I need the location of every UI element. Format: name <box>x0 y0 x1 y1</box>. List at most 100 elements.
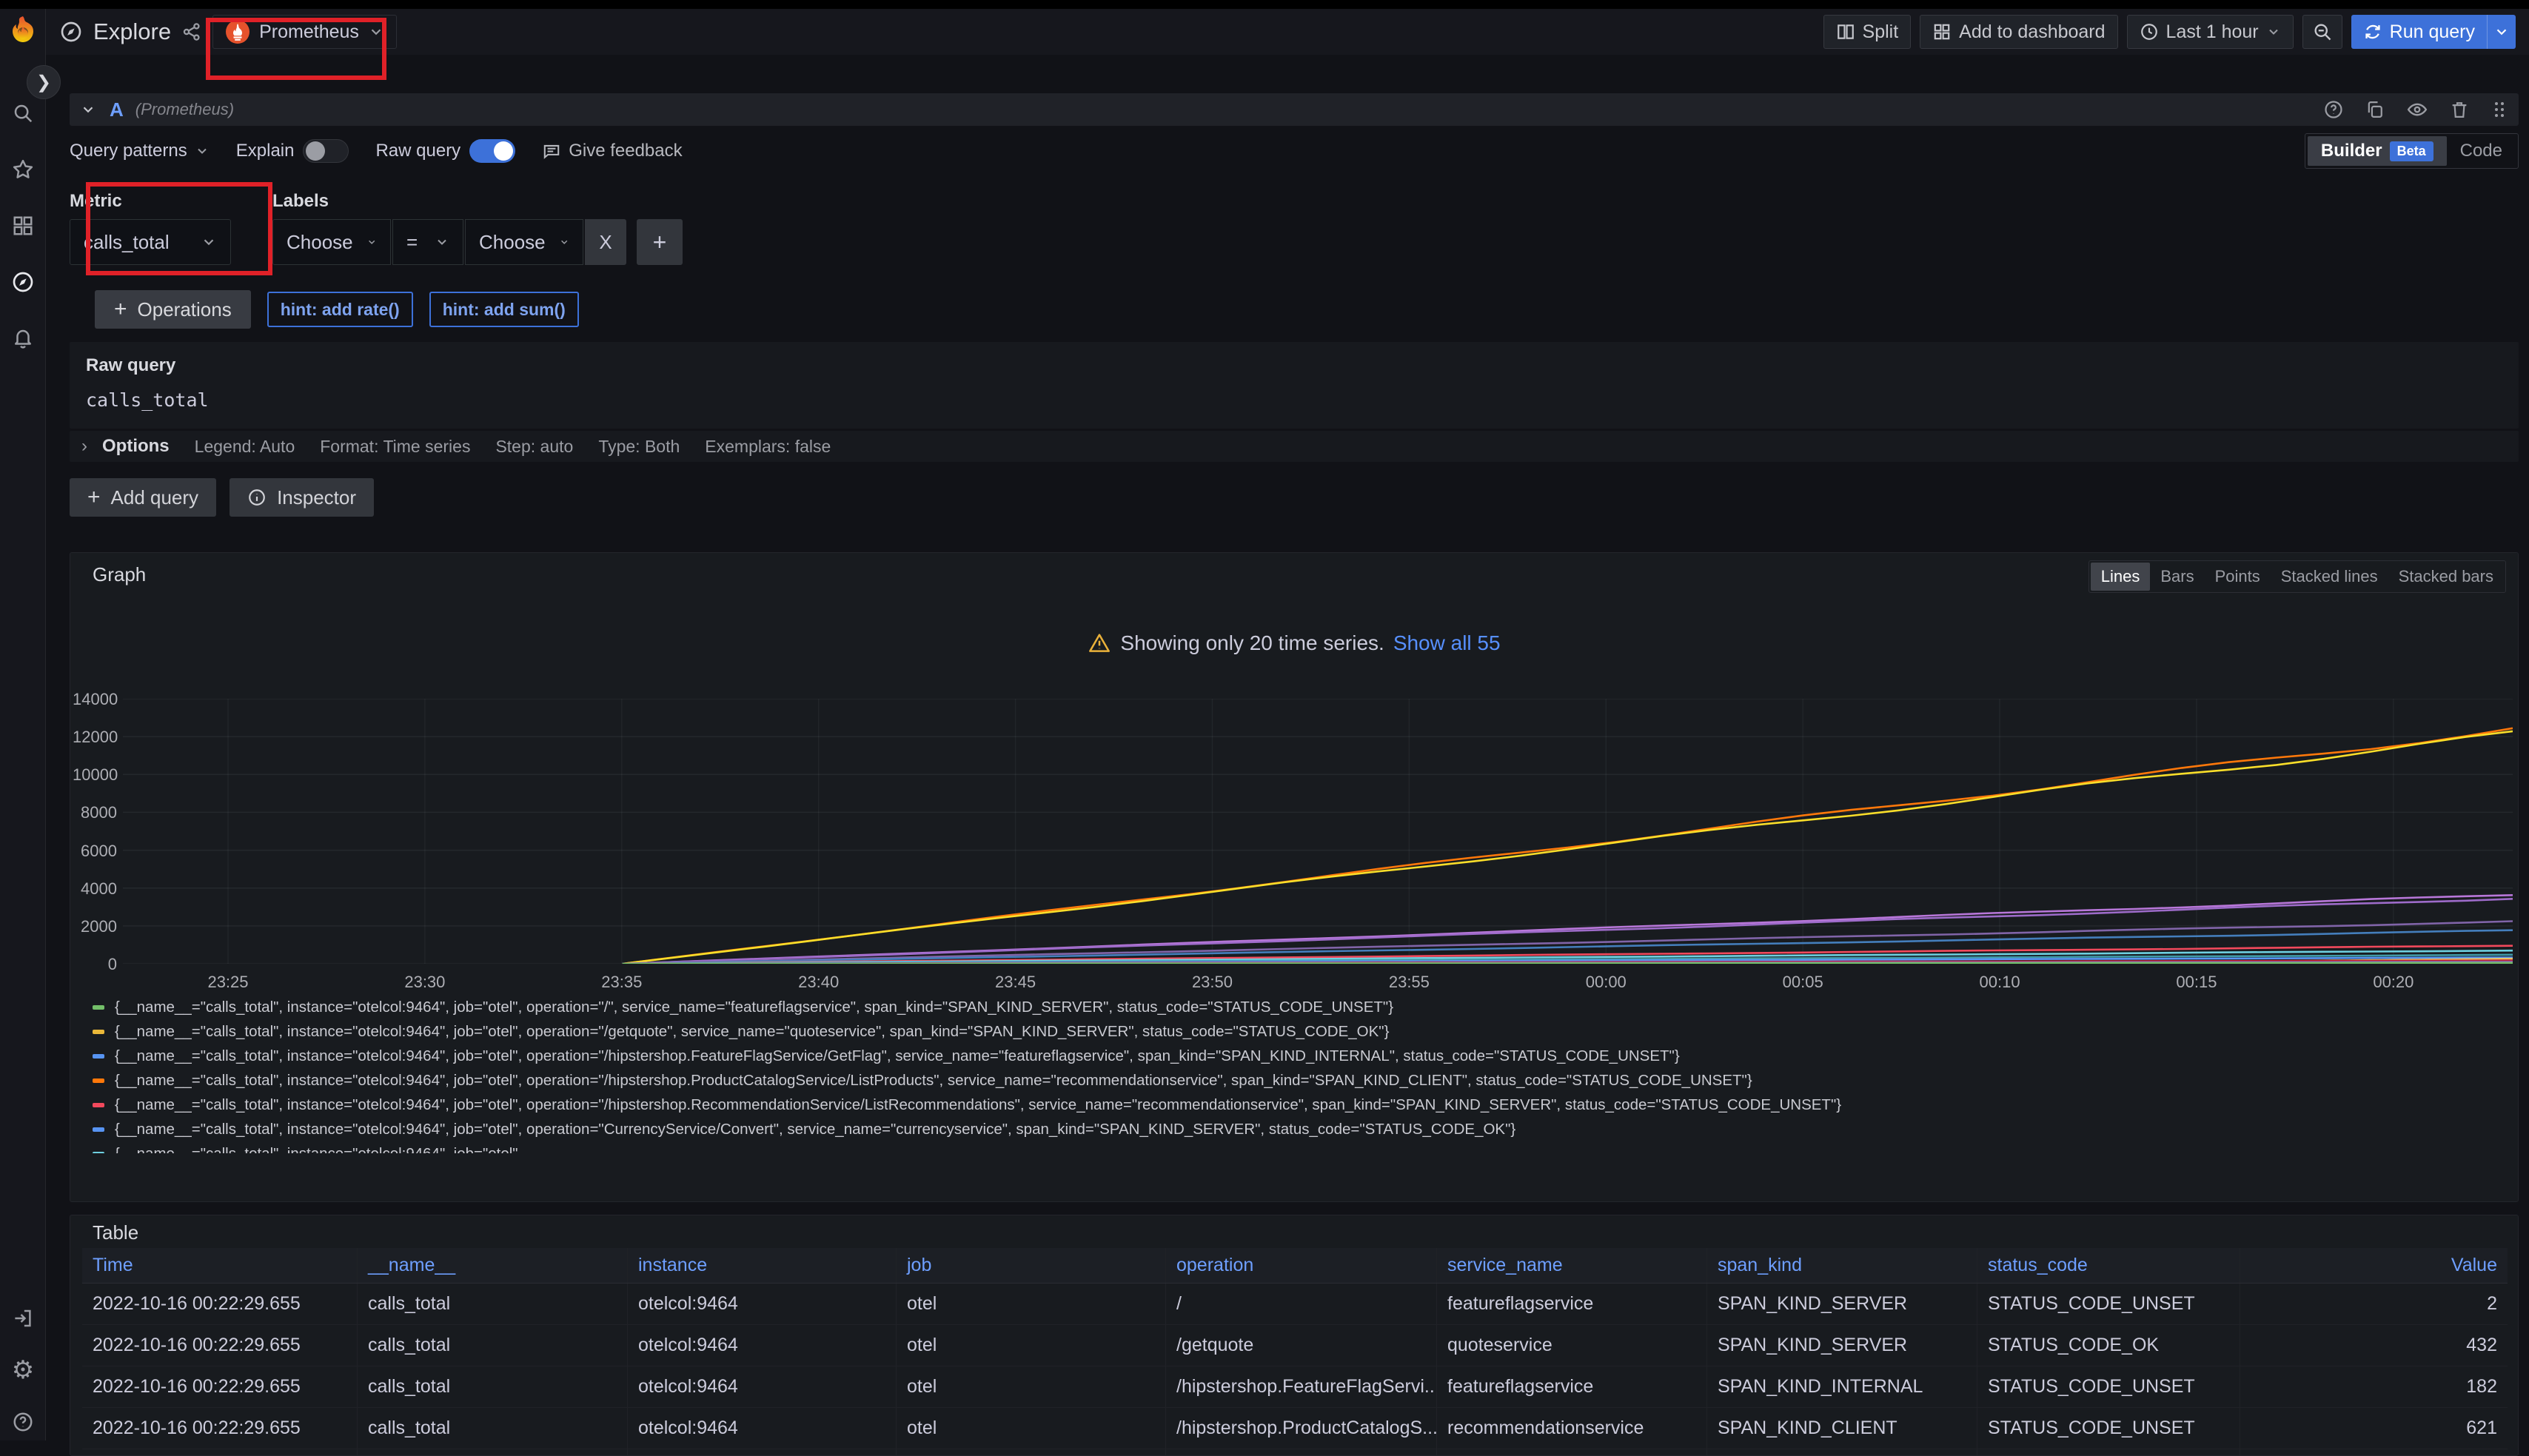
builder-mode-button[interactable]: Builder Beta <box>2308 136 2447 166</box>
table-header-row: Time__name__instancejoboperationservice_… <box>82 1248 2508 1284</box>
table-cell: otelcol:9464 <box>628 1408 897 1449</box>
add-label-filter-button[interactable]: + <box>637 219 683 265</box>
graph-mode-stacked-bars[interactable]: Stacked bars <box>2388 563 2504 591</box>
table-cell: recommendationservice <box>1437 1449 1707 1456</box>
sidebar-expand-button[interactable]: ❯ <box>27 65 61 99</box>
sign-in-icon[interactable] <box>0 1295 46 1341</box>
run-query-caret[interactable] <box>2487 15 2516 49</box>
raw-query-preview: Raw query calls_total <box>70 342 2519 429</box>
hint-add-rate-button[interactable]: hint: add rate() <box>267 292 413 327</box>
label-key-select[interactable]: Choose <box>272 219 391 265</box>
starred-icon[interactable] <box>0 147 46 192</box>
column-header-job[interactable]: job <box>897 1248 1166 1283</box>
column-header-Time[interactable]: Time <box>82 1248 358 1283</box>
column-header-span-kind[interactable]: span_kind <box>1707 1248 1977 1283</box>
add-operations-button[interactable]: +Operations <box>95 290 251 329</box>
table-row: 2022-10-16 00:22:29.655calls_totalotelco… <box>82 1408 2508 1449</box>
grafana-logo[interactable] <box>7 15 38 46</box>
y-axis-tick: 14000 <box>73 690 117 709</box>
drag-handle-icon[interactable] <box>2491 99 2508 120</box>
column-header-instance[interactable]: instance <box>628 1248 897 1283</box>
legend-item[interactable]: {__name__="calls_total", instance="otelc… <box>93 1093 2499 1117</box>
settings-gear-icon[interactable]: ⚙ <box>0 1347 46 1393</box>
caret-down-icon <box>368 24 384 40</box>
legend-item[interactable]: {__name__="calls_total", instance="otelc… <box>93 1044 2499 1068</box>
run-query-button[interactable]: Run query <box>2351 15 2516 49</box>
add-to-dashboard-button[interactable]: Add to dashboard <box>1920 15 2117 49</box>
column-header-service-name[interactable]: service_name <box>1437 1248 1707 1283</box>
label-operator-select[interactable]: = <box>392 219 463 265</box>
table-cell: SPAN_KIND_SERVER <box>1707 1325 1977 1366</box>
legend-label: {__name__="calls_total", instance="otelc… <box>115 1145 541 1154</box>
series-line-14 <box>623 963 2513 964</box>
y-axis-tick: 12000 <box>73 728 117 747</box>
explore-toolbar: Explore Prometheus Split Add to dashboar… <box>46 9 2529 55</box>
legend-swatch <box>93 1030 104 1034</box>
query-row-header[interactable]: A (Prometheus) <box>70 93 2519 126</box>
table-cell: recommendationservice <box>1437 1408 1707 1449</box>
give-feedback-link[interactable]: Give feedback <box>542 141 682 161</box>
metric-labels-row: Metric calls_total Labels Choose = <box>70 191 2519 265</box>
operations-row: +Operations hint: add rate() hint: add s… <box>70 290 2519 329</box>
legend-item[interactable]: {__name__="calls_total", instance="otelc… <box>93 1117 2499 1141</box>
graph-plot-area[interactable] <box>123 699 2513 964</box>
column-header-operation[interactable]: operation <box>1166 1248 1437 1283</box>
graph-mode-lines[interactable]: Lines <box>2091 563 2151 591</box>
column-header-Value[interactable]: Value <box>2240 1248 2508 1283</box>
share-icon[interactable] <box>181 21 202 42</box>
alerting-bell-icon[interactable] <box>0 315 46 361</box>
explore-icon[interactable] <box>0 259 46 305</box>
raw-query-toggle[interactable] <box>469 139 515 163</box>
explain-toggle[interactable] <box>303 139 349 163</box>
legend-item[interactable]: {__name__="calls_total", instance="otelc… <box>93 995 2499 1019</box>
query-patterns-dropdown[interactable]: Query patterns <box>70 141 210 161</box>
main-content: A (Prometheus) Query patterns Explain Ra… <box>46 55 2529 1440</box>
options-collapsed-row[interactable]: › Options Legend: Auto Format: Time seri… <box>70 431 2519 462</box>
add-query-button[interactable]: +Add query <box>70 478 216 517</box>
graph-mode-points[interactable]: Points <box>2205 563 2271 591</box>
legend-item[interactable]: {__name__="calls_total", instance="otelc… <box>93 1019 2499 1044</box>
y-axis-tick: 0 <box>73 955 117 974</box>
query-help-icon[interactable] <box>2323 99 2344 120</box>
x-axis-tick: 00:15 <box>2176 973 2217 992</box>
remove-label-filter-button[interactable]: X <box>585 219 626 265</box>
legend-label: {__name__="calls_total", instance="otelc… <box>115 1047 1680 1065</box>
datasource-picker[interactable]: Prometheus <box>212 15 397 49</box>
graph-mode-bars[interactable]: Bars <box>2150 563 2204 591</box>
table-cell: 2022-10-16 00:22:29.655 <box>82 1366 358 1407</box>
table-cell: calls_total <box>358 1284 628 1324</box>
legend-label: {__name__="calls_total", instance="otelc… <box>115 1121 1515 1138</box>
x-axis-tick: 00:00 <box>1586 973 1627 992</box>
duplicate-query-icon[interactable] <box>2365 99 2385 120</box>
time-range-picker[interactable]: Last 1 hour <box>2127 15 2294 49</box>
zoom-out-button[interactable] <box>2302 15 2342 49</box>
code-mode-button[interactable]: Code <box>2447 136 2516 166</box>
hint-add-sum-button[interactable]: hint: add sum() <box>429 292 579 327</box>
table-cell: SPAN_KIND_INTERNAL <box>1707 1366 1977 1407</box>
column-header---name--[interactable]: __name__ <box>358 1248 628 1283</box>
chevron-down-icon[interactable] <box>80 101 96 118</box>
help-icon[interactable] <box>0 1399 46 1445</box>
raw-query-label: Raw query <box>86 355 2502 376</box>
remove-query-trash-icon[interactable] <box>2449 99 2470 120</box>
chevron-right-icon: › <box>81 436 87 457</box>
table-cell: 2022-10-16 00:22:29.655 <box>82 1284 358 1324</box>
apps-grid-icon <box>1932 22 1952 41</box>
inspector-button[interactable]: Inspector <box>230 478 374 517</box>
comment-icon <box>542 141 561 161</box>
legend-item[interactable]: {__name__="calls_total", instance="otelc… <box>93 1141 2499 1153</box>
split-button[interactable]: Split <box>1823 15 1912 49</box>
table-cell: 2022-10-16 00:22:29.655 <box>82 1408 358 1449</box>
graph-mode-stacked-lines[interactable]: Stacked lines <box>2271 563 2388 591</box>
table-cell: quoteservice <box>1437 1325 1707 1366</box>
column-header-status-code[interactable]: status_code <box>1977 1248 2240 1283</box>
dashboards-icon[interactable] <box>0 203 46 249</box>
table-cell: otelcol:9464 <box>628 1325 897 1366</box>
metric-label: Metric <box>70 191 231 212</box>
hide-query-eye-icon[interactable] <box>2406 98 2428 121</box>
metric-select[interactable]: calls_total <box>70 219 231 265</box>
label-value-select[interactable]: Choose <box>465 219 583 265</box>
legend-item[interactable]: {__name__="calls_total", instance="otelc… <box>93 1068 2499 1093</box>
show-all-series-link[interactable]: Show all 55 <box>1393 631 1501 655</box>
x-axis-tick: 00:20 <box>2373 973 2414 992</box>
